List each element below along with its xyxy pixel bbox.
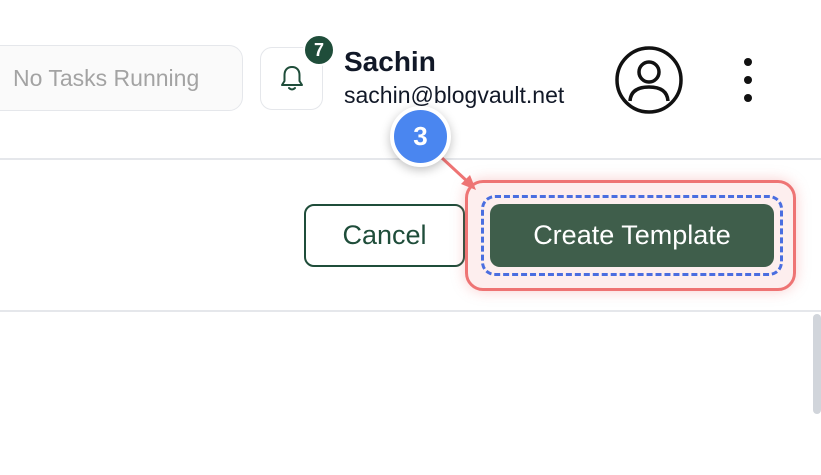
- user-avatar-icon[interactable]: [614, 45, 684, 115]
- task-status-label: No Tasks Running: [13, 64, 200, 91]
- notification-count-badge: 7: [303, 34, 335, 66]
- cancel-button[interactable]: Cancel: [304, 204, 465, 267]
- notification-count: 7: [313, 39, 324, 60]
- task-status-pill[interactable]: No Tasks Running: [0, 45, 243, 111]
- create-template-button[interactable]: Create Template: [490, 204, 774, 267]
- scrollbar[interactable]: [813, 314, 821, 414]
- toolbar-divider: [0, 310, 821, 312]
- user-name: Sachin: [344, 46, 436, 77]
- user-email: sachin@blogvault.net: [344, 82, 565, 108]
- kebab-menu-icon[interactable]: [733, 58, 763, 102]
- bell-icon: [280, 65, 303, 90]
- step-number: 3: [413, 121, 428, 151]
- tutorial-step-badge: 3: [390, 106, 451, 167]
